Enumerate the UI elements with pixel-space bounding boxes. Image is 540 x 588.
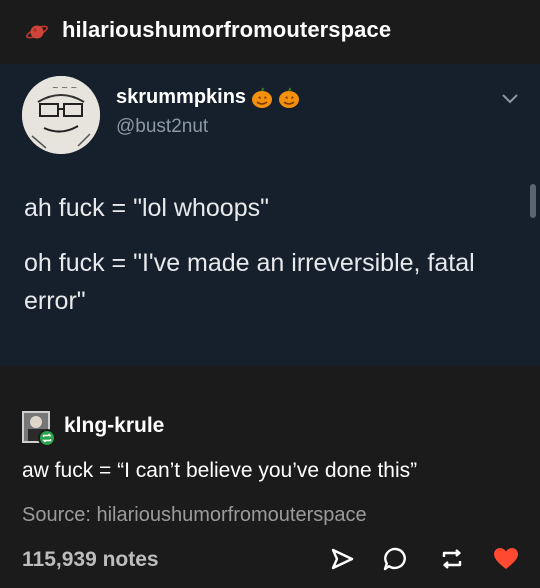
blog-name[interactable]: hilarioushumorfromouterspace [62, 17, 391, 43]
post-header: hilarioushumorfromouterspace [0, 0, 540, 64]
tweet-screenshot: ~ ~ ~ skrummpkins @bust2nut ah fuck = "l… [0, 64, 540, 366]
sketch-face-icon: ~ ~ ~ [22, 76, 100, 154]
tweet-text-line: oh fuck = "I've made an irreversible, fa… [24, 249, 475, 315]
reply-icon[interactable] [382, 545, 410, 573]
reblog-username[interactable]: klng-krule [64, 414, 164, 438]
reblog-badge-icon [38, 429, 56, 447]
svg-text:~ ~ ~: ~ ~ ~ [52, 83, 77, 92]
source-link[interactable]: Source: hilarioushumorfromouterspace [22, 504, 367, 527]
tweet-display-name: skrummpkins [116, 86, 247, 108]
share-icon[interactable] [328, 545, 356, 573]
pumpkin-emoji-icon [252, 87, 273, 108]
chevron-down-icon [502, 94, 518, 104]
scrollbar-thumb [530, 184, 536, 218]
like-icon[interactable] [492, 545, 520, 573]
notes-count[interactable]: 115,939 notes [22, 548, 159, 572]
tweet-text-line: ah fuck = "lol whoops" [24, 194, 269, 222]
reblog-text: aw fuck = “I can’t believe you’ve done t… [22, 459, 418, 482]
tweet-name-row: skrummpkins [116, 86, 300, 109]
reblog-icon[interactable] [438, 545, 466, 573]
tweet-handle: @bust2nut [116, 116, 209, 137]
pumpkin-emoji-icon [279, 87, 300, 108]
tweet-avatar: ~ ~ ~ [22, 76, 100, 154]
planet-avatar-icon[interactable] [26, 21, 48, 43]
